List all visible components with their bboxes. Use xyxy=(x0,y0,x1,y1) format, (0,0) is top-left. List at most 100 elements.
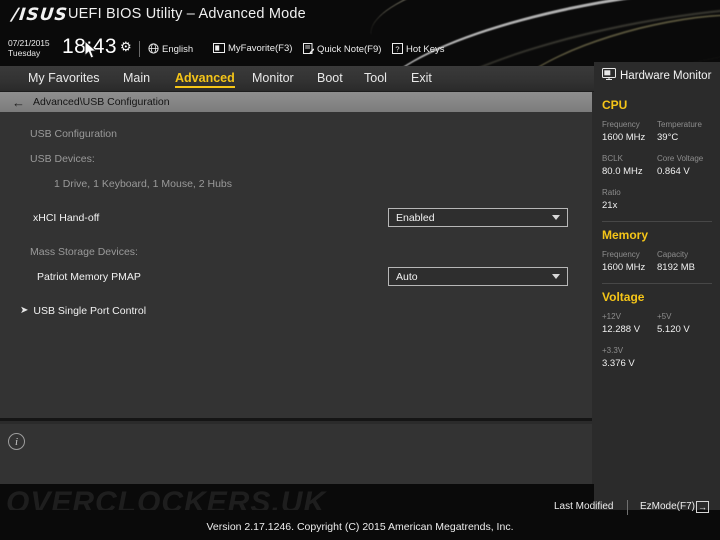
language-button[interactable]: English xyxy=(148,43,193,55)
section-heading-row: USB Devices: xyxy=(0,146,592,171)
dropdown-value: Enabled xyxy=(396,211,435,224)
ezmode-arrow-icon: → xyxy=(696,501,710,513)
hardware-monitor-title: Hardware Monitor xyxy=(620,70,712,82)
metric-value: 21x xyxy=(602,200,618,211)
star-book-icon xyxy=(213,43,225,53)
myfavorite-label: MyFavorite(F3) xyxy=(228,43,293,54)
row-spacer xyxy=(0,230,592,239)
tab-tool[interactable]: Tool xyxy=(364,71,387,85)
tab-my-favorites[interactable]: My Favorites xyxy=(28,71,100,85)
top-banner: /ISUS UEFI BIOS Utility – Advanced Mode … xyxy=(0,0,720,66)
question-icon: ? xyxy=(392,43,403,54)
decorative-swoosh xyxy=(493,0,720,66)
section-heading: USB Configuration xyxy=(30,127,117,140)
chevron-down-icon xyxy=(552,274,560,279)
tab-monitor[interactable]: Monitor xyxy=(252,71,294,85)
hotkeys-button[interactable]: ? Hot Keys xyxy=(392,43,445,55)
hardware-monitor-header: Hardware Monitor xyxy=(602,62,712,93)
metric-value: 1600 MHz xyxy=(602,132,646,143)
section-heading-row: USB Configuration xyxy=(0,121,592,146)
metric-label: Frequency xyxy=(602,250,640,259)
metric-label: Ratio xyxy=(602,188,621,197)
metric-row: Ratio 21x xyxy=(602,187,712,212)
row-spacer xyxy=(0,289,592,298)
date-label: 07/21/2015 xyxy=(8,38,50,48)
gear-icon[interactable]: ⚙ xyxy=(120,40,132,53)
sidebar-section-title: CPU xyxy=(602,98,628,112)
metric: +5V 5.120 V xyxy=(657,311,712,336)
setting-dropdown[interactable]: Auto xyxy=(388,267,568,286)
info-row: 1 Drive, 1 Keyboard, 1 Mouse, 2 Hubs xyxy=(0,171,592,196)
bottom-divider xyxy=(627,500,628,515)
metric-value: 0.864 V xyxy=(657,166,690,177)
note-icon xyxy=(303,43,314,54)
metric: Capacity 8192 MB xyxy=(657,249,712,274)
ezmode-label: EzMode(F7) xyxy=(640,501,696,512)
metric-label: Capacity xyxy=(657,250,689,259)
metric: Ratio 21x xyxy=(602,187,659,212)
weekday-label: Tuesday xyxy=(8,48,41,58)
metric-label: Temperature xyxy=(657,120,702,129)
myfavorite-button[interactable]: MyFavorite(F3) xyxy=(213,43,292,54)
sidebar-section-title: Voltage xyxy=(602,290,645,304)
setting-row[interactable]: Patriot Memory PMAP Auto xyxy=(0,264,592,289)
metric-label: +12V xyxy=(602,312,621,321)
metric-value: 3.376 V xyxy=(602,358,635,369)
hotkeys-label: Hot Keys xyxy=(406,44,445,55)
section-heading-row: Mass Storage Devices: xyxy=(0,239,592,264)
tab-advanced[interactable]: Advanced xyxy=(175,71,235,88)
quicknote-label: Quick Note(F9) xyxy=(317,44,382,55)
submenu-row[interactable]: ➤ USB Single Port Control xyxy=(0,298,592,323)
metric-value: 80.0 MHz xyxy=(602,166,643,177)
decorative-swoosh xyxy=(370,0,720,66)
decorative-swoosh xyxy=(365,0,720,66)
content-panel: ← Advanced\USB Configuration USB Configu… xyxy=(0,92,592,421)
metric: BCLK 80.0 MHz xyxy=(602,153,657,178)
datetime-block: 07/21/2015 Tuesday xyxy=(8,38,50,58)
setting-label: xHCI Hand-off xyxy=(33,211,100,224)
chevron-down-icon xyxy=(552,215,560,220)
settings-list: USB Configuration USB Devices: 1 Drive, 1 … xyxy=(0,112,592,323)
metric-row: Frequency 1600 MHz Capacity 8192 MB xyxy=(602,249,712,274)
last-modified-button[interactable]: Last Modified xyxy=(554,501,613,512)
sidebar-divider xyxy=(602,283,712,284)
metric-value: 1600 MHz xyxy=(602,262,646,273)
quicknote-button[interactable]: Quick Note(F9) xyxy=(303,43,381,55)
ezmode-button[interactable]: EzMode(F7) → xyxy=(640,501,710,513)
breadcrumb-path: Advanced\USB Configuration xyxy=(33,96,170,108)
tab-exit[interactable]: Exit xyxy=(411,71,432,85)
back-arrow-icon[interactable]: ← xyxy=(12,96,25,109)
metric-row: +12V 12.288 V +5V 5.120 V xyxy=(602,311,712,336)
metric: +3.3V 3.376 V xyxy=(602,345,659,370)
info-text: 1 Drive, 1 Keyboard, 1 Mouse, 2 Hubs xyxy=(54,177,233,190)
asus-logo: /ISUS xyxy=(10,5,69,25)
setting-label: Patriot Memory PMAP xyxy=(37,270,141,283)
metric-row: Frequency 1600 MHz Temperature 39°C xyxy=(602,119,712,144)
metric: Frequency 1600 MHz xyxy=(602,249,657,274)
toolbar-divider xyxy=(139,41,140,57)
tab-main[interactable]: Main xyxy=(123,71,150,85)
section-heading: USB Devices: xyxy=(30,152,95,165)
row-spacer xyxy=(0,196,592,205)
setting-dropdown[interactable]: Enabled xyxy=(388,208,568,227)
clock-label: 18:43 xyxy=(62,35,118,58)
monitor-icon xyxy=(602,67,616,85)
page-title: UEFI BIOS Utility – Advanced Mode xyxy=(68,6,306,22)
metric-row: BCLK 80.0 MHz Core Voltage 0.864 V xyxy=(602,153,712,178)
metric-label: +5V xyxy=(657,312,672,321)
metric: +12V 12.288 V xyxy=(602,311,657,336)
dropdown-value: Auto xyxy=(396,270,418,283)
metric-label: Core Voltage xyxy=(657,154,704,163)
info-icon[interactable]: i xyxy=(8,433,25,450)
metric-row: +3.3V 3.376 V xyxy=(602,345,712,370)
tab-boot[interactable]: Boot xyxy=(317,71,343,85)
breadcrumb[interactable]: ← Advanced\USB Configuration xyxy=(0,92,592,112)
decorative-swoosh xyxy=(362,0,720,66)
globe-icon xyxy=(148,43,159,54)
metric-label: BCLK xyxy=(602,154,623,163)
hardware-monitor-sidebar: Hardware Monitor CPU Frequency 1600 MHz Tem… xyxy=(594,62,720,510)
setting-row[interactable]: xHCI Hand-off Enabled xyxy=(0,205,592,230)
sidebar-divider xyxy=(602,221,712,222)
metric-value: 12.288 V xyxy=(602,324,641,335)
submenu-label: USB Single Port Control xyxy=(33,304,147,317)
